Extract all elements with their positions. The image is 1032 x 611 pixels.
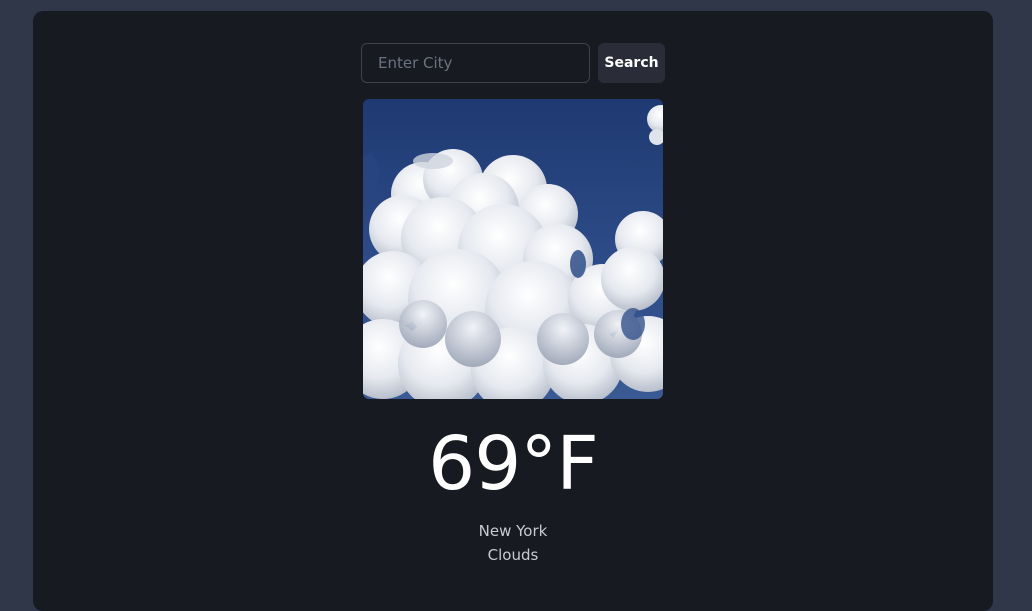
search-button[interactable]: Search [598, 43, 665, 83]
temperature-value: 69°F [428, 421, 599, 507]
weather-card: Search [33, 11, 993, 611]
city-name: New York [478, 522, 548, 540]
weather-condition: Clouds [487, 546, 539, 564]
search-bar: Search [361, 43, 665, 83]
city-search-input[interactable] [361, 43, 590, 83]
clouds-image [363, 99, 663, 399]
